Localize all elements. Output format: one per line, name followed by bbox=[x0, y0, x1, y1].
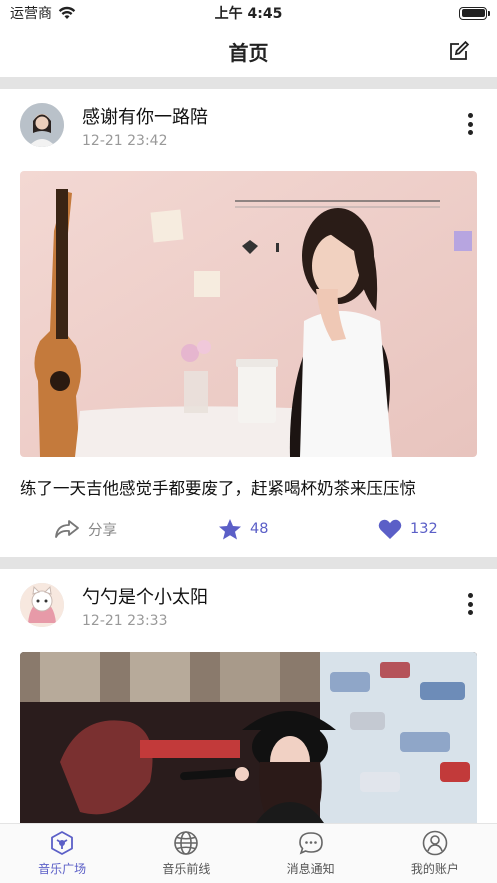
tab-notifications[interactable]: 消息通知 bbox=[249, 824, 373, 883]
section-divider bbox=[0, 77, 497, 89]
post-image[interactable] bbox=[20, 652, 477, 823]
favorite-count: 48 bbox=[250, 521, 269, 537]
more-options-icon[interactable] bbox=[467, 593, 473, 615]
battery-icon bbox=[459, 6, 490, 20]
star-icon bbox=[219, 519, 241, 540]
post-card[interactable]: 感谢有你一路陪 12-21 23:42 练了一天吉他感觉手都要废了，赶紧喝杯奶茶… bbox=[0, 89, 497, 557]
tab-label: 我的账户 bbox=[410, 862, 459, 876]
post-image[interactable] bbox=[20, 171, 477, 457]
post-timestamp: 12-21 23:42 bbox=[82, 133, 168, 149]
tab-bar: 音乐广场 音乐前线 消息通知 我的账户 bbox=[0, 823, 497, 883]
wifi-icon bbox=[58, 6, 76, 19]
tab-music-square[interactable]: 音乐广场 bbox=[0, 824, 124, 883]
status-bar: 运营商 上午 4:45 bbox=[0, 0, 497, 26]
post-header: 勺勺是个小太阳 12-21 23:33 bbox=[0, 569, 497, 629]
avatar[interactable] bbox=[20, 583, 64, 627]
like-count: 132 bbox=[410, 521, 438, 537]
post-header: 感谢有你一路陪 12-21 23:42 bbox=[0, 89, 497, 149]
section-divider bbox=[0, 557, 497, 569]
page-title: 首页 bbox=[228, 40, 269, 65]
share-button[interactable]: 分享 bbox=[54, 514, 117, 544]
tab-music-frontline[interactable]: 音乐前线 bbox=[124, 824, 248, 883]
like-button[interactable]: 132 bbox=[378, 514, 438, 544]
carrier-label: 运营商 bbox=[10, 6, 52, 22]
avatar[interactable] bbox=[20, 103, 64, 147]
post-author[interactable]: 感谢有你一路陪 bbox=[82, 103, 208, 129]
status-left: 运营商 bbox=[10, 3, 76, 23]
globe-icon bbox=[174, 831, 199, 855]
share-label: 分享 bbox=[88, 522, 117, 539]
favorite-button[interactable]: 48 bbox=[218, 514, 268, 544]
tab-my-account[interactable]: 我的账户 bbox=[373, 824, 497, 883]
edit-icon[interactable] bbox=[447, 39, 471, 63]
tab-label: 音乐前线 bbox=[162, 862, 211, 876]
music-square-icon bbox=[51, 831, 74, 855]
tab-label: 音乐广场 bbox=[38, 862, 87, 876]
post-content: 练了一天吉他感觉手都要废了，赶紧喝杯奶茶来压压惊 bbox=[20, 479, 416, 498]
status-time: 上午 4:45 bbox=[214, 6, 283, 22]
post-actions: 分享 48 132 bbox=[0, 514, 497, 544]
nav-bar: 首页 bbox=[0, 26, 497, 76]
tab-label: 消息通知 bbox=[286, 862, 335, 876]
more-options-icon[interactable] bbox=[467, 113, 473, 135]
post-timestamp: 12-21 23:33 bbox=[82, 613, 168, 629]
message-icon bbox=[298, 832, 323, 855]
share-icon bbox=[55, 520, 79, 538]
account-icon bbox=[422, 830, 448, 856]
post-card[interactable]: 勺勺是个小太阳 12-21 23:33 bbox=[0, 569, 497, 823]
heart-icon bbox=[378, 519, 402, 539]
post-author[interactable]: 勺勺是个小太阳 bbox=[82, 583, 208, 609]
